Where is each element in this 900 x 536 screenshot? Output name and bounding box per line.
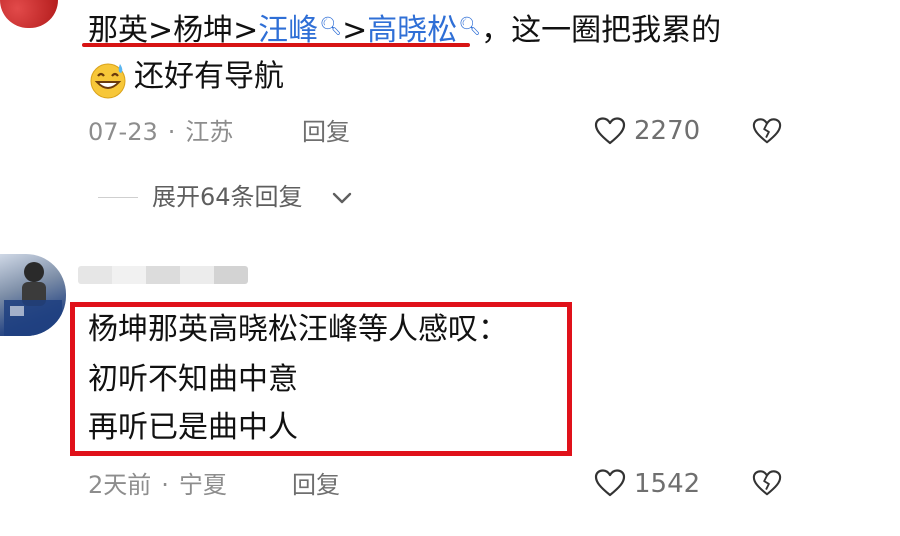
avatar[interactable]: [0, 0, 58, 28]
comment-location: 江苏: [185, 118, 234, 146]
comment-location: 宁夏: [178, 471, 227, 499]
heart-icon[interactable]: [594, 116, 626, 146]
comment-text-rest: ，这一圈把我累的: [481, 13, 722, 48]
like-count: 1542: [634, 469, 701, 499]
divider: [98, 197, 138, 198]
comment-date: 07-23: [88, 118, 158, 146]
comment-text-line3: 再听已是曲中人: [88, 410, 298, 445]
username-blurred[interactable]: [78, 266, 248, 284]
reply-button[interactable]: 回复: [292, 470, 340, 500]
comment-text-line2: 初听不知曲中意: [88, 362, 298, 397]
heart-icon[interactable]: [594, 468, 626, 498]
comment-meta: 07-23 · 江苏: [88, 118, 234, 146]
grinning-sweat-emoji-icon: [90, 63, 126, 99]
search-icon: 🔍︎: [319, 16, 343, 37]
avatar-photo: [4, 262, 62, 336]
expand-replies-button[interactable]: 展开64条回复: [152, 182, 303, 212]
highlight-underline: [82, 43, 470, 47]
reply-button[interactable]: 回复: [302, 117, 350, 147]
search-icon: 🔍︎: [458, 16, 482, 37]
comment-text-line1: 杨坤那英高晓松汪峰等人感叹：: [88, 312, 508, 347]
comment-text-line2: 还好有导航: [134, 59, 284, 94]
comment-time: 2天前: [88, 471, 152, 499]
broken-heart-icon[interactable]: [752, 468, 782, 498]
like-count: 2270: [634, 116, 701, 146]
chevron-down-icon[interactable]: [331, 188, 353, 208]
avatar[interactable]: [0, 254, 66, 336]
broken-heart-icon[interactable]: [752, 116, 782, 146]
comment-meta: 2天前 · 宁夏: [88, 471, 227, 499]
